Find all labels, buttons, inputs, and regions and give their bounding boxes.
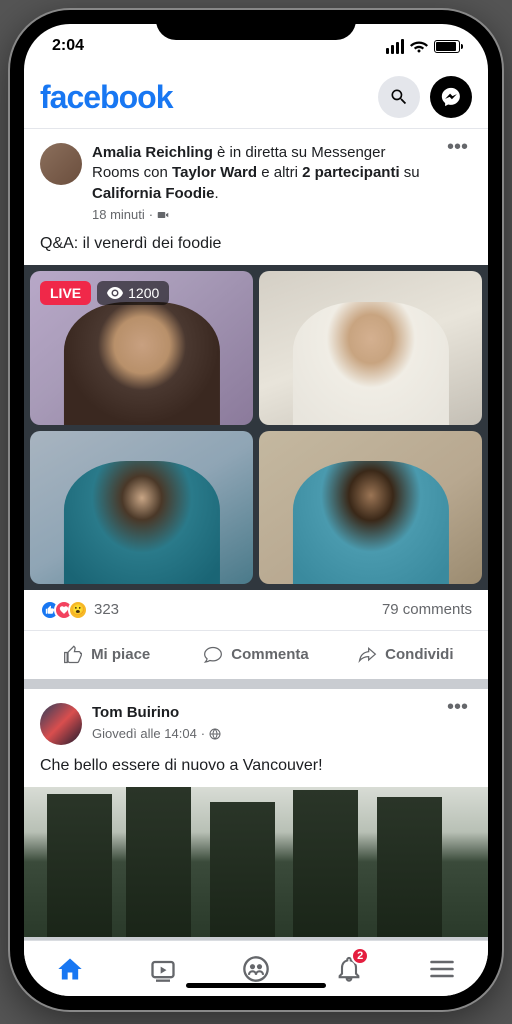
post-author[interactable]: Amalia Reichling xyxy=(92,144,213,161)
participant-video xyxy=(63,302,219,425)
share-icon xyxy=(357,645,377,665)
post-header: Amalia Reichling è in diretta su Messeng… xyxy=(24,129,488,231)
rooms-icon xyxy=(157,209,169,221)
reaction-summary[interactable]: 😮 323 79 comments xyxy=(24,590,488,631)
comment-button[interactable]: Commenta xyxy=(181,635,330,675)
hamburger-icon xyxy=(428,955,456,983)
video-grid[interactable]: LIVE 1200 xyxy=(24,265,488,590)
post-photo[interactable] xyxy=(24,787,488,937)
search-button[interactable] xyxy=(378,76,420,118)
more-options-button[interactable]: ••• xyxy=(443,143,472,151)
participant-tile[interactable] xyxy=(259,431,482,584)
viewer-count-badge: 1200 xyxy=(97,281,169,305)
post-meta: Amalia Reichling è in diretta su Messeng… xyxy=(92,143,433,223)
like-button[interactable]: Mi piace xyxy=(32,635,181,675)
tab-menu[interactable] xyxy=(395,941,488,996)
watch-icon xyxy=(149,955,177,983)
notification-badge: 2 xyxy=(351,947,369,965)
post-header: Tom Buirino Giovedì alle 14:04 · ••• xyxy=(24,689,488,753)
screen: 2:04 facebook xyxy=(24,24,488,996)
battery-icon xyxy=(434,40,460,53)
avatar[interactable] xyxy=(40,703,82,745)
share-button[interactable]: Condividi xyxy=(331,635,480,675)
home-icon xyxy=(56,955,84,983)
post-text: Che bello essere di nuovo a Vancouver! xyxy=(24,753,488,787)
participant-tile[interactable]: LIVE 1200 xyxy=(30,271,253,424)
tab-home[interactable] xyxy=(24,941,117,996)
comment-count[interactable]: 79 comments xyxy=(382,601,472,618)
participant-video xyxy=(63,461,219,584)
participant-video xyxy=(292,461,448,584)
phone-frame: 2:04 facebook xyxy=(10,10,502,1010)
post-timestamp: Giovedì alle 14:04 xyxy=(92,725,197,743)
photo-post: Tom Buirino Giovedì alle 14:04 · ••• Che… xyxy=(24,689,488,937)
messenger-button[interactable] xyxy=(430,76,472,118)
avatar[interactable] xyxy=(40,143,82,185)
post-text: Q&A: il venerdì dei foodie xyxy=(24,231,488,265)
header-actions xyxy=(378,76,472,118)
notch xyxy=(156,10,356,40)
search-icon xyxy=(389,87,409,107)
participant-tile[interactable] xyxy=(259,271,482,424)
public-icon xyxy=(209,728,221,740)
comment-icon xyxy=(203,645,223,665)
post-meta: Tom Buirino Giovedì alle 14:04 · xyxy=(92,703,433,743)
groups-icon xyxy=(242,955,270,983)
messenger-icon xyxy=(440,86,462,108)
like-icon xyxy=(63,645,83,665)
wifi-icon xyxy=(410,39,428,53)
facebook-logo[interactable]: facebook xyxy=(40,79,172,116)
more-options-button[interactable]: ••• xyxy=(443,703,472,711)
participant-tile[interactable] xyxy=(30,431,253,584)
post-actions: Mi piace Commenta Condividi xyxy=(24,631,488,679)
live-broadcast-post: Amalia Reichling è in diretta su Messeng… xyxy=(24,129,488,679)
post-timestamp: 18 minuti xyxy=(92,206,145,224)
app-header: facebook xyxy=(24,68,488,129)
live-badge: LIVE xyxy=(40,281,91,305)
post-author[interactable]: Tom Buirino xyxy=(92,704,179,721)
participant-video xyxy=(292,302,448,425)
home-indicator[interactable] xyxy=(186,983,326,988)
status-time: 2:04 xyxy=(52,37,84,55)
eye-icon xyxy=(107,287,123,299)
cellular-icon xyxy=(386,39,404,54)
feed[interactable]: Amalia Reichling è in diretta su Messeng… xyxy=(24,129,488,940)
status-indicators xyxy=(386,39,460,54)
wow-reaction-icon: 😮 xyxy=(68,600,88,620)
reaction-count: 323 xyxy=(94,601,119,618)
